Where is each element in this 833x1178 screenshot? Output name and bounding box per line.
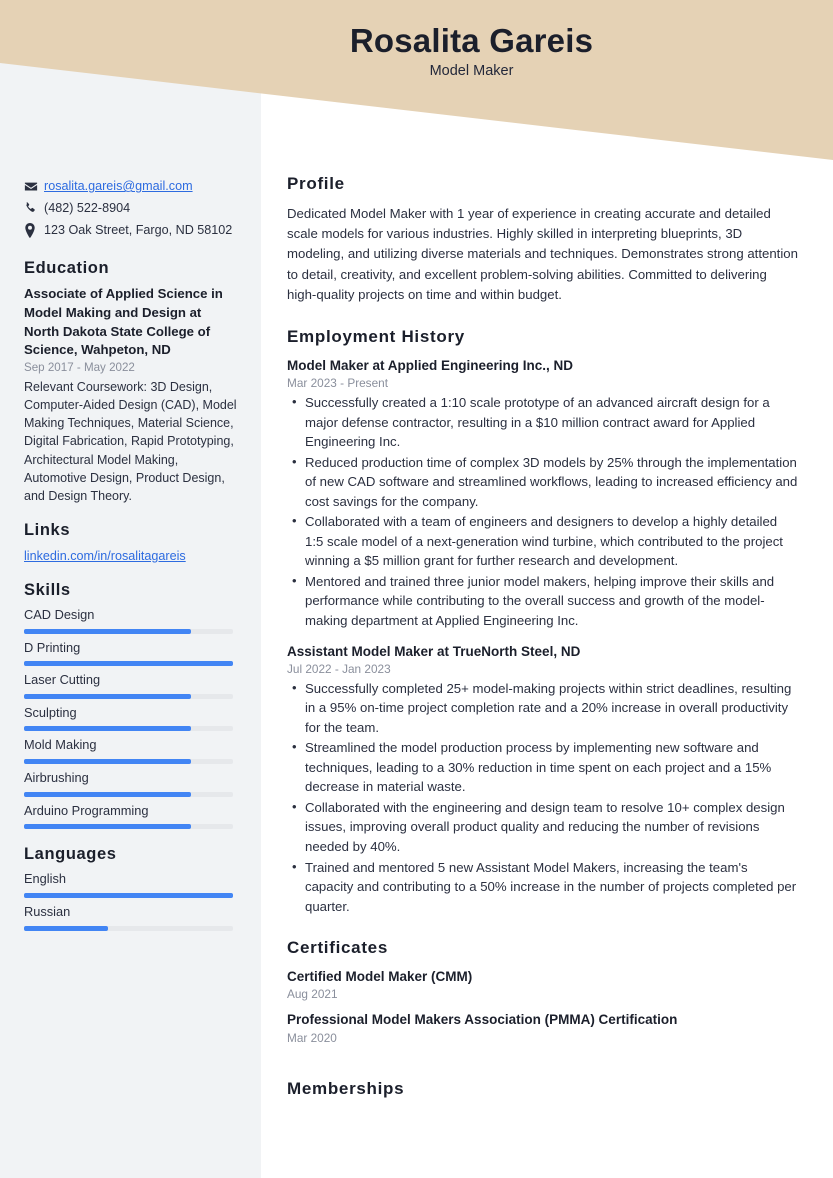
jobs-list: Model Maker at Applied Engineering Inc.,… — [287, 357, 799, 916]
job-bullet-list: Successfully created a 1:10 scale protot… — [287, 392, 799, 631]
address-text: 123 Oak Street, Fargo, ND 58102 — [44, 222, 233, 237]
header-text-block: Rosalita Gareis Model Maker — [0, 22, 833, 80]
sidebar-column: rosalita.gareis@gmail.com (482) 522-8904… — [24, 178, 238, 937]
job-bullet: Mentored and trained three junior model … — [287, 571, 799, 631]
page-title: Rosalita Gareis — [349, 22, 594, 59]
job-entry-date: Jul 2022 - Jan 2023 — [287, 661, 391, 676]
language-item: English — [24, 871, 238, 898]
skill-level-fill — [24, 791, 192, 797]
skill-level-fill — [24, 661, 233, 667]
job-bullet: Collaborated with the engineering and de… — [287, 797, 799, 857]
skill-level-track — [24, 726, 233, 732]
job-bullet-list: Successfully completed 25+ model-making … — [287, 678, 799, 917]
skill-level-fill — [24, 628, 192, 634]
skill-label: CAD Design — [24, 606, 95, 622]
profile-heading: Profile — [287, 174, 345, 193]
skill-level-track — [24, 791, 233, 797]
job-bullet: Successfully completed 25+ model-making … — [287, 678, 799, 738]
skill-level-track — [24, 759, 233, 765]
phone-number: (482) 522-8904 — [44, 200, 131, 215]
language-level-fill — [24, 892, 233, 898]
job-bullet: Reduced production time of complex 3D mo… — [287, 452, 799, 512]
job-entry-title: Model Maker at Applied Engineering Inc.,… — [287, 357, 574, 373]
skill-label: Arduino Programming — [24, 802, 149, 818]
skills-list: CAD Design D Printing Laser Cutting Sculpti… — [24, 607, 238, 830]
language-level-track — [24, 892, 233, 898]
skill-level-fill — [24, 726, 192, 732]
job-bullet: Trained and mentored 5 new Assistant Mod… — [287, 857, 799, 917]
linkedin-link[interactable]: linkedin.com/in/rosalitagareis — [24, 549, 186, 563]
skill-item: Laser Cutting — [24, 672, 238, 699]
education-degree: Associate of Applied Science in Model Ma… — [24, 286, 223, 358]
skills-heading: Skills — [24, 580, 71, 599]
contact-list: rosalita.gareis@gmail.com (482) 522-8904… — [24, 178, 238, 239]
certificate-entry: Certified Model Maker (CMM) Aug 2021 — [287, 968, 799, 1001]
map-pin-icon — [24, 221, 44, 238]
languages-section: Languages English Russian — [24, 845, 238, 931]
languages-heading: Languages — [24, 845, 117, 864]
resume-page: Rosalita Gareis Model Maker rosalita.gar… — [0, 0, 833, 1178]
job-title-subtitle: Model Maker — [429, 62, 514, 79]
skill-item: Arduino Programming — [24, 803, 238, 830]
job-entry: Model Maker at Applied Engineering Inc.,… — [287, 357, 799, 631]
skill-level-fill — [24, 759, 192, 765]
skills-section: Skills CAD Design D Printing Laser Cutting… — [24, 580, 238, 830]
skill-label: Mold Making — [24, 737, 97, 753]
contact-row-phone: (482) 522-8904 — [24, 199, 238, 217]
job-bullet: Collaborated with a team of engineers an… — [287, 511, 799, 571]
envelope-icon — [24, 178, 44, 194]
skill-level-track — [24, 628, 233, 634]
contact-row-email: rosalita.gareis@gmail.com — [24, 178, 238, 195]
employment-heading: Employment History — [287, 326, 465, 346]
language-item: Russian — [24, 904, 238, 931]
education-date: Sep 2017 - May 2022 — [24, 361, 135, 375]
skill-level-track — [24, 661, 233, 667]
skill-item: Airbrushing — [24, 770, 238, 797]
education-description: Relevant Coursework: 3D Design, Computer… — [24, 380, 237, 503]
certificates-section: Certificates Certified Model Maker (CMM)… — [287, 938, 799, 1044]
skill-label: Airbrushing — [24, 770, 89, 786]
links-section: Links linkedin.com/in/rosalitagareis — [24, 521, 238, 565]
skill-item: CAD Design — [24, 607, 238, 634]
memberships-heading: Memberships — [287, 1078, 405, 1098]
language-level-fill — [24, 925, 108, 931]
skill-level-fill — [24, 693, 192, 699]
main-column: Profile Dedicated Model Maker with 1 yea… — [287, 174, 799, 1109]
profile-section: Profile Dedicated Model Maker with 1 yea… — [287, 174, 799, 305]
skill-label: Sculpting — [24, 704, 77, 720]
language-level-track — [24, 925, 233, 931]
skill-level-track — [24, 824, 233, 830]
certificate-date: Aug 2021 — [287, 987, 338, 1002]
skill-label: Laser Cutting — [24, 672, 101, 688]
education-heading: Education — [24, 259, 110, 278]
memberships-section: Memberships — [287, 1079, 799, 1099]
job-bullet: Streamlined the model production process… — [287, 737, 799, 797]
email-link[interactable]: rosalita.gareis@gmail.com — [44, 178, 193, 195]
certificates-list: Certified Model Maker (CMM) Aug 2021 Profe… — [287, 968, 799, 1044]
education-section: Education Associate of Applied Science i… — [24, 259, 238, 505]
phone-icon — [24, 199, 44, 215]
certificate-name: Certified Model Maker (CMM) — [287, 969, 473, 985]
skill-label: D Printing — [24, 639, 81, 655]
employment-section: Employment History Model Maker at Applie… — [287, 327, 799, 916]
certificate-date: Mar 2020 — [287, 1030, 337, 1045]
language-label: English — [24, 871, 66, 887]
language-label: Russian — [24, 903, 71, 919]
job-entry: Assistant Model Maker at TrueNorth Steel… — [287, 643, 799, 917]
job-entry-date: Mar 2023 - Present — [287, 376, 388, 391]
certificates-heading: Certificates — [287, 938, 388, 958]
certificate-entry: Professional Model Makers Association (P… — [287, 1011, 799, 1044]
links-heading: Links — [24, 520, 71, 539]
skill-level-track — [24, 693, 233, 699]
contact-row-address: 123 Oak Street, Fargo, ND 58102 — [24, 221, 238, 239]
skill-item: D Printing — [24, 640, 238, 667]
skill-level-fill — [24, 824, 192, 830]
profile-text: Dedicated Model Maker with 1 year of exp… — [287, 206, 798, 302]
job-entry-title: Assistant Model Maker at TrueNorth Steel… — [287, 643, 581, 659]
skill-item: Mold Making — [24, 737, 238, 765]
languages-list: English Russian — [24, 871, 238, 931]
skill-item: Sculpting — [24, 705, 238, 732]
certificate-name: Professional Model Makers Association (P… — [287, 1012, 678, 1028]
job-bullet: Successfully created a 1:10 scale protot… — [287, 392, 799, 452]
